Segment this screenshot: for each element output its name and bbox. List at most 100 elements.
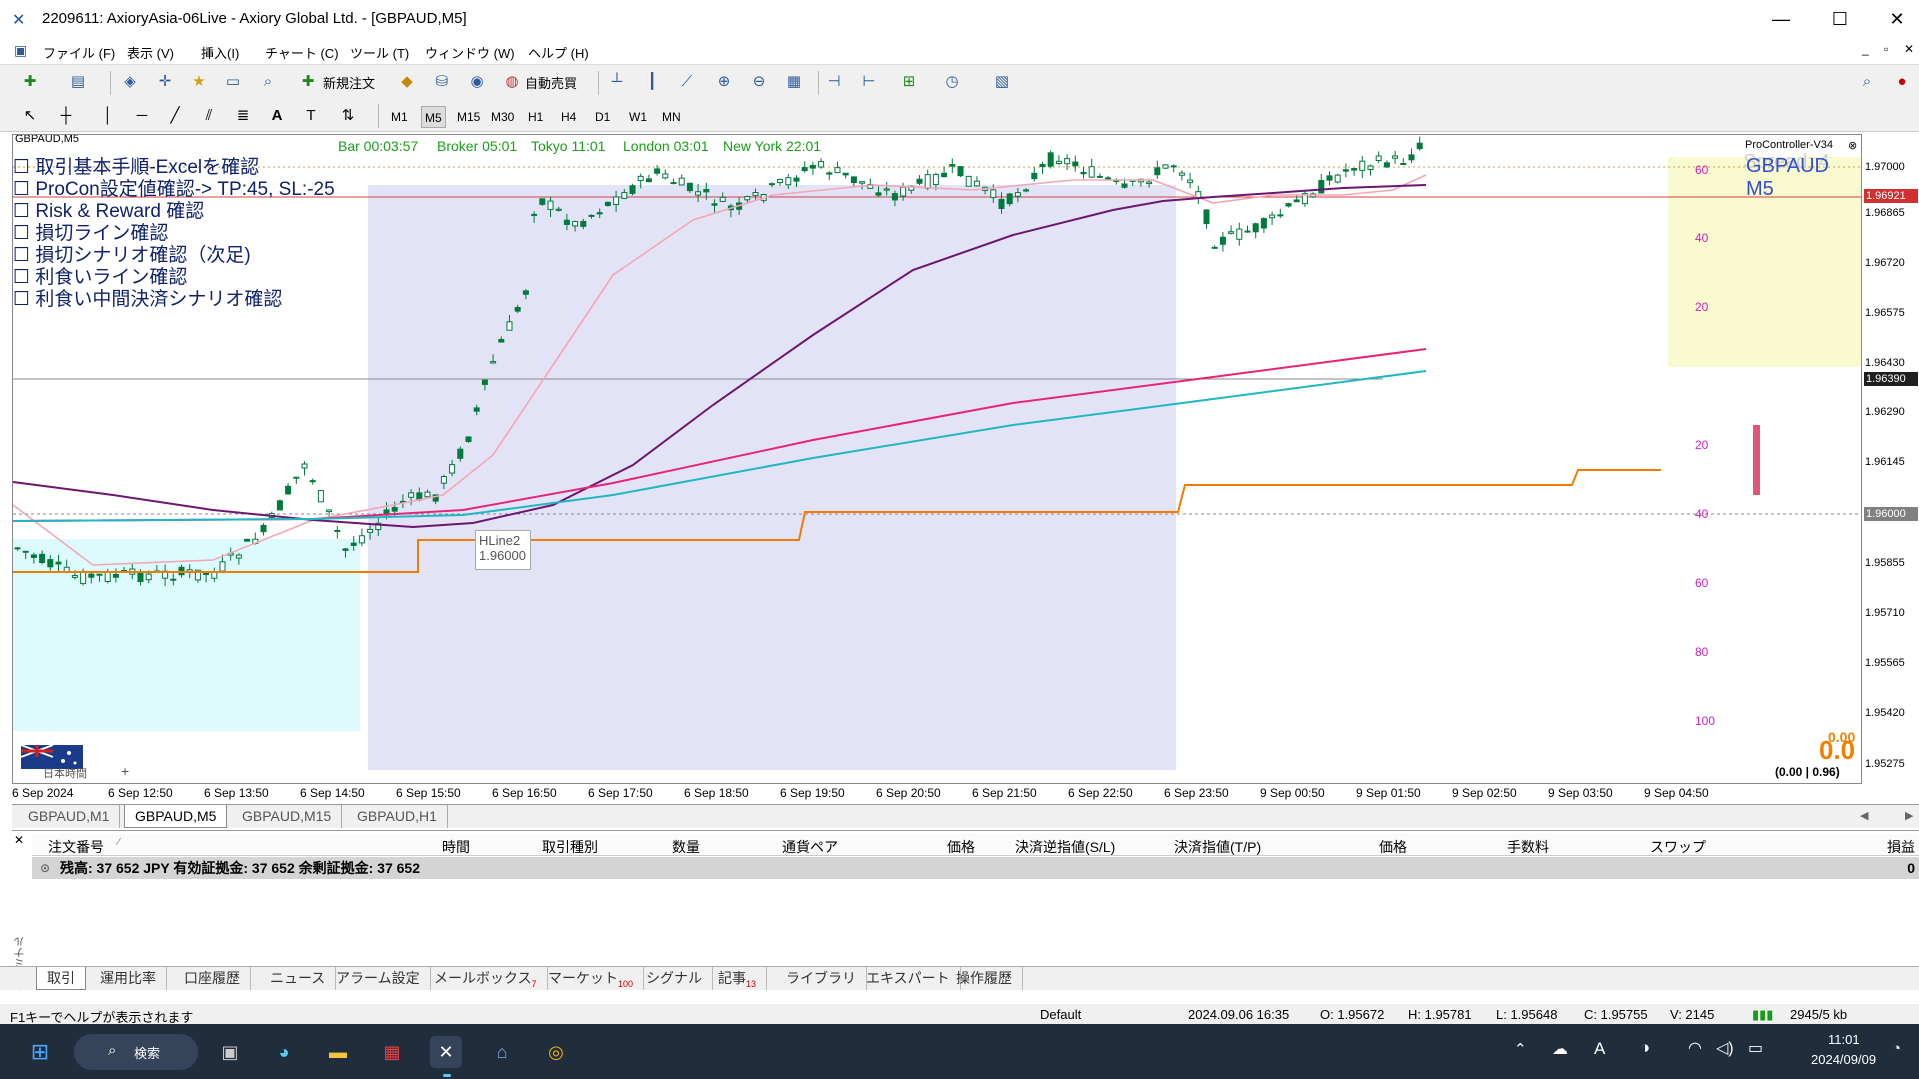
mdi-close-button[interactable]: ✕ (1904, 42, 1914, 56)
navigator-icon[interactable]: ★ (187, 70, 211, 94)
timeframe-m15[interactable]: M15 (454, 106, 483, 128)
close-button[interactable]: ✕ (1874, 6, 1919, 32)
terminal-tab-journal[interactable]: 操作履歴 (946, 967, 1023, 990)
chart-window[interactable]: GBPAUD,M5 Bar 00:03:57 Broker 05:01 Toky… (12, 134, 1862, 784)
mt4-taskbar-icon[interactable]: ✕ (430, 1036, 462, 1068)
terminal-tab-mailbox[interactable]: メールボックス7 (424, 967, 548, 990)
tray-chevron-icon[interactable]: ⌃ (1514, 1040, 1527, 1058)
vps-icon[interactable]: ◍ (500, 70, 524, 94)
timeframe-h1[interactable]: H1 (525, 106, 546, 128)
indicators-icon[interactable]: ⊞ (897, 70, 921, 94)
menu-file[interactable]: ファイル (F) (43, 43, 115, 62)
horizontal-line-icon[interactable]: ─ (130, 104, 154, 128)
trendline-icon[interactable]: ╱ (163, 104, 187, 128)
tab-scroll-right-icon[interactable]: ▶ (1905, 809, 1913, 822)
copilot-icon[interactable]: ◕ (268, 1036, 300, 1068)
column-header[interactable]: 注文番号 (48, 837, 104, 857)
terminal-tab-exposure[interactable]: 運用比率 (90, 967, 167, 990)
bar-chart-icon[interactable]: ┴ (605, 70, 629, 94)
tester-icon[interactable]: ⌕ (256, 70, 280, 94)
auto-trading-button[interactable]: 自動売買 (525, 73, 577, 92)
maximize-button[interactable]: ☐ (1817, 6, 1863, 32)
terminal-tab-alerts[interactable]: アラーム設定 (326, 967, 431, 990)
terminal-close-icon[interactable]: ✕ (14, 833, 24, 847)
column-header[interactable]: 数量 (672, 837, 700, 857)
chart-tab[interactable]: GBPAUD,M1 (18, 805, 121, 828)
focus-icon[interactable]: ◑ (1640, 1038, 1650, 1058)
line-chart-icon[interactable]: ⟋ (675, 70, 699, 94)
periods-icon[interactable]: ◷ (940, 70, 964, 94)
zoom-in-icon[interactable]: ⊕ (712, 70, 736, 94)
column-header[interactable]: スワップ (1650, 837, 1706, 857)
tile-windows-icon[interactable]: ▦ (782, 70, 806, 94)
search-box[interactable]: ⌕ 検索 (74, 1034, 198, 1070)
terminal-tab-library[interactable]: ライブラリ (776, 967, 867, 990)
windows-start-icon[interactable]: ⊞ (24, 1036, 56, 1068)
fibonacci-icon[interactable]: ≣ (231, 104, 255, 128)
app-window-icon[interactable]: ⌂ (486, 1036, 518, 1068)
column-header[interactable]: 価格 (947, 837, 975, 857)
wifi-icon[interactable]: ◠ (1688, 1038, 1702, 1058)
new-order-icon[interactable]: ✚ (296, 70, 320, 94)
onedrive-icon[interactable]: ☁ (1552, 1039, 1568, 1059)
menu-insert[interactable]: 挿入(I) (201, 43, 239, 62)
mdi-restore-button[interactable]: ▫ (1884, 42, 1888, 56)
timeframe-m1[interactable]: M1 (388, 106, 411, 128)
app-red-icon[interactable]: ▦ (376, 1036, 408, 1068)
minimize-button[interactable]: — (1758, 6, 1804, 32)
notification-bell-icon[interactable]: ◔ (1892, 1040, 1901, 1057)
terminal-tab-articles[interactable]: 記事13 (708, 967, 768, 990)
column-header[interactable]: 通貨ペア (782, 837, 838, 857)
task-view-icon[interactable]: ▣ (214, 1036, 246, 1068)
data-window-icon[interactable]: ✛ (153, 70, 177, 94)
terminal-tab-market[interactable]: マーケット100 (538, 967, 645, 990)
volume-icon[interactable]: ◁) (1716, 1038, 1734, 1058)
column-header[interactable]: 決済指値(T/P) (1174, 837, 1261, 857)
crosshair-icon[interactable]: ┼ (54, 104, 78, 128)
column-header[interactable]: 損益 (1887, 837, 1915, 857)
terminal-icon[interactable]: ▭ (221, 70, 245, 94)
auto-scroll-icon[interactable]: ⊢ (857, 70, 881, 94)
add-timezone-icon[interactable]: + (121, 763, 129, 779)
templates-icon[interactable]: ▧ (990, 70, 1014, 94)
menu-tools[interactable]: ツール (T) (350, 43, 409, 62)
menu-window[interactable]: ウィンドウ (W) (425, 43, 515, 62)
taskbar-date[interactable]: 2024/09/09 (1811, 1052, 1876, 1067)
chart-tab-active[interactable]: GBPAUD,M5 (124, 805, 228, 828)
terminal-tab-news[interactable]: ニュース (260, 967, 337, 990)
profiles-icon[interactable]: ▤ (66, 70, 90, 94)
timeframe-w1[interactable]: W1 (626, 106, 650, 128)
text-icon[interactable]: A (265, 104, 289, 128)
balance-row[interactable]: ⊙ 残高: 37 652 JPY 有効証拠金: 37 652 余剰証拠金: 37… (32, 857, 1919, 879)
price-chart[interactable] (13, 135, 1862, 784)
metaeditor-icon[interactable]: ◆ (395, 70, 419, 94)
zoom-out-icon[interactable]: ⊖ (747, 70, 771, 94)
file-explorer-icon[interactable]: ▬ (322, 1036, 354, 1068)
timeframe-m30[interactable]: M30 (488, 106, 517, 128)
taskbar-time[interactable]: 11:01 (1828, 1032, 1860, 1047)
column-header[interactable]: 時間 (442, 837, 470, 857)
candlestick-icon[interactable]: ┃ (640, 70, 664, 94)
vertical-line-icon[interactable]: │ (96, 104, 120, 128)
checklist-item[interactable]: ☐ 利食い中間決済シナリオ確認 (13, 284, 282, 311)
label-icon[interactable]: T (299, 104, 323, 128)
timeframe-h4[interactable]: H4 (558, 106, 579, 128)
menu-help[interactable]: ヘルプ (H) (528, 43, 589, 62)
new-chart-icon[interactable]: ✚ (18, 70, 42, 94)
market-watch-icon[interactable]: ◈ (118, 70, 142, 94)
mdi-minimize-button[interactable]: _ (1862, 42, 1869, 56)
new-order-button[interactable]: 新規注文 (323, 73, 375, 92)
terminal-tab-history[interactable]: 口座履歴 (174, 967, 251, 990)
terminal-tab-experts[interactable]: エキスパート (856, 967, 961, 990)
procontroller-settings-icon[interactable]: ⊗ (1848, 139, 1857, 152)
column-header[interactable]: 手数料 (1507, 837, 1549, 857)
column-header[interactable]: 取引種別 (542, 837, 598, 857)
channel-icon[interactable]: ⫽ (197, 104, 221, 128)
chart-shift-icon[interactable]: ⊣ (822, 70, 846, 94)
arrows-icon[interactable]: ⇅ (336, 104, 360, 128)
timeframe-mn[interactable]: MN (659, 106, 684, 128)
search-icon[interactable]: ⌕ (1855, 70, 1879, 94)
chart-tab[interactable]: GBPAUD,H1 (347, 805, 448, 828)
menu-chart[interactable]: チャート (C) (265, 43, 339, 62)
cursor-icon[interactable]: ↖ (18, 104, 42, 128)
